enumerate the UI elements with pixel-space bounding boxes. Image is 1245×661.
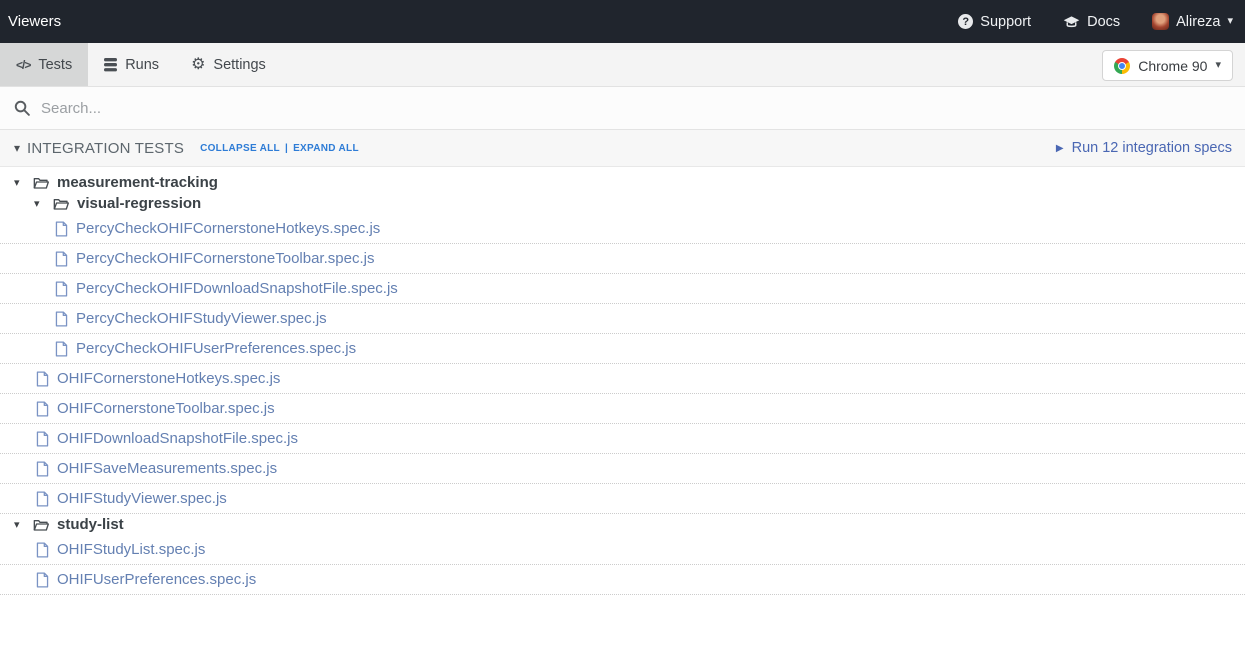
user-menu[interactable]: Alireza ▾ [1152, 13, 1233, 30]
search-bar [0, 87, 1245, 130]
tree-item-label: PercyCheckOHIFCornerstoneHotkeys.spec.js [76, 220, 380, 237]
tree-spec-row[interactable]: OHIFStudyList.spec.js [0, 535, 1245, 565]
tree-spec-row[interactable]: OHIFStudyViewer.spec.js [0, 484, 1245, 514]
tree-item-label: PercyCheckOHIFCornerstoneToolbar.spec.js [76, 250, 374, 267]
file-icon [36, 572, 49, 588]
gear-icon: ⚙ [191, 57, 205, 73]
browser-selector[interactable]: Chrome 90 ▾ [1102, 50, 1233, 81]
file-icon [36, 401, 49, 417]
tree-item-label: PercyCheckOHIFDownloadSnapshotFile.spec.… [76, 280, 398, 297]
support-label: Support [980, 14, 1031, 30]
file-icon [55, 221, 68, 237]
top-nav-bar: Viewers ? Support Docs Alireza ▾ [0, 0, 1245, 43]
tree-item-label: OHIFStudyList.spec.js [57, 541, 205, 558]
tree-spec-row[interactable]: PercyCheckOHIFDownloadSnapshotFile.spec.… [0, 274, 1245, 304]
tree-spec-row[interactable]: OHIFSaveMeasurements.spec.js [0, 454, 1245, 484]
tree-item-label: OHIFDownloadSnapshotFile.spec.js [57, 430, 298, 447]
folder-open-icon [33, 176, 49, 190]
tree-spec-row[interactable]: OHIFCornerstoneToolbar.spec.js [0, 394, 1245, 424]
tree-spec-row[interactable]: PercyCheckOHIFCornerstoneHotkeys.spec.js [0, 214, 1245, 244]
integration-tests-header: ▾ INTEGRATION TESTS COLLAPSE ALL | EXPAN… [0, 130, 1245, 167]
file-icon [36, 371, 49, 387]
file-icon [36, 461, 49, 477]
play-icon: ▶ [1056, 143, 1064, 154]
tree-item-label: OHIFUserPreferences.spec.js [57, 571, 256, 588]
file-icon [36, 431, 49, 447]
caret-down-icon: ▾ [14, 176, 27, 189]
tab-tests-label: Tests [38, 57, 72, 73]
file-icon [55, 281, 68, 297]
tree-spec-row[interactable]: PercyCheckOHIFStudyViewer.spec.js [0, 304, 1245, 334]
tab-runs[interactable]: Runs [88, 43, 175, 86]
tree-item-label: OHIFCornerstoneToolbar.spec.js [57, 400, 275, 417]
run-all-specs-button[interactable]: ▶ Run 12 integration specs [1056, 140, 1232, 156]
chrome-icon [1114, 58, 1130, 74]
search-icon [14, 100, 30, 116]
tree-item-label: PercyCheckOHIFUserPreferences.spec.js [76, 340, 356, 357]
tree-item-label: OHIFSaveMeasurements.spec.js [57, 460, 277, 477]
tree-spec-row[interactable]: PercyCheckOHIFUserPreferences.spec.js [0, 334, 1245, 364]
tree-spec-row[interactable]: OHIFUserPreferences.spec.js [0, 565, 1245, 595]
tree-item-label: measurement-tracking [57, 174, 218, 191]
tree-item-label: study-list [57, 516, 124, 533]
file-icon [55, 251, 68, 267]
code-icon: </> [16, 58, 30, 72]
tree-folder-row[interactable]: ▾ study-list [0, 514, 1245, 535]
graduation-cap-icon [1063, 15, 1080, 29]
file-icon [55, 311, 68, 327]
tree-spec-row[interactable]: PercyCheckOHIFCornerstoneToolbar.spec.js [0, 244, 1245, 274]
tree-item-label: OHIFCornerstoneHotkeys.spec.js [57, 370, 280, 387]
question-circle-icon: ? [958, 14, 973, 29]
chevron-down-icon: ▾ [1215, 60, 1221, 71]
tab-runs-label: Runs [125, 57, 159, 73]
folder-open-icon [53, 197, 69, 211]
database-icon [104, 58, 117, 72]
docs-link[interactable]: Docs [1063, 14, 1120, 30]
tab-settings[interactable]: ⚙ Settings [175, 43, 282, 86]
support-link[interactable]: ? Support [958, 14, 1031, 30]
tree-spec-row[interactable]: OHIFDownloadSnapshotFile.spec.js [0, 424, 1245, 454]
caret-down-icon: ▾ [34, 197, 47, 210]
spec-tree: ▾ measurement-tracking ▾ visual-regressi… [0, 167, 1245, 595]
chevron-down-icon: ▾ [1227, 16, 1233, 27]
collapse-all-button[interactable]: COLLAPSE ALL [200, 143, 280, 154]
tab-settings-label: Settings [213, 57, 265, 73]
tree-item-label: OHIFStudyViewer.spec.js [57, 490, 227, 507]
browser-selector-label: Chrome 90 [1138, 58, 1207, 74]
specs-section-title: INTEGRATION TESTS [27, 140, 184, 157]
links-separator: | [285, 143, 288, 154]
search-input[interactable] [41, 100, 1231, 117]
file-icon [55, 341, 68, 357]
file-icon [36, 491, 49, 507]
tree-item-label: PercyCheckOHIFStudyViewer.spec.js [76, 310, 327, 327]
tree-folder-row[interactable]: ▾ visual-regression [0, 193, 1245, 214]
tree-item-label: visual-regression [77, 195, 201, 212]
tab-tests[interactable]: </> Tests [0, 43, 88, 86]
app-title: Viewers [8, 13, 61, 30]
chevron-down-icon[interactable]: ▾ [14, 141, 20, 155]
file-icon [36, 542, 49, 558]
tab-bar: </> Tests Runs ⚙ Settings Chrome 90 ▾ [0, 43, 1245, 87]
user-name: Alireza [1176, 14, 1220, 30]
folder-open-icon [33, 518, 49, 532]
avatar [1152, 13, 1169, 30]
tree-folder-row[interactable]: ▾ measurement-tracking [0, 172, 1245, 193]
docs-label: Docs [1087, 14, 1120, 30]
expand-all-button[interactable]: EXPAND ALL [293, 143, 359, 154]
tree-spec-row[interactable]: OHIFCornerstoneHotkeys.spec.js [0, 364, 1245, 394]
run-all-specs-label: Run 12 integration specs [1072, 140, 1232, 156]
caret-down-icon: ▾ [14, 518, 27, 531]
